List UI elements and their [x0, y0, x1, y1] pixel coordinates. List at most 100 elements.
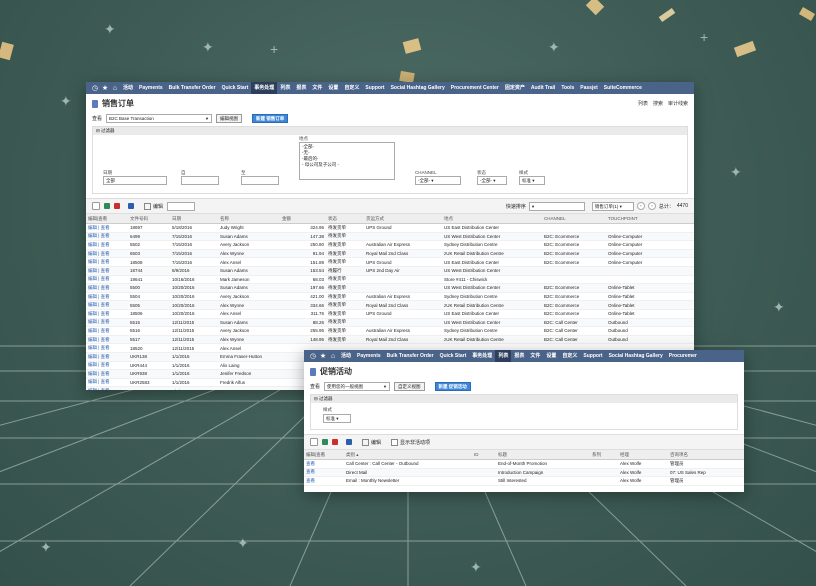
nav-item[interactable]: Tools	[558, 82, 577, 94]
nav-item[interactable]: Audit Trail	[528, 82, 558, 94]
edit-view-link[interactable]: 编辑 | 查看	[86, 352, 128, 362]
edit-view-link[interactable]: 编辑 | 查看	[86, 343, 128, 353]
column-header[interactable]: 货运方式	[364, 214, 442, 224]
edit-view-link[interactable]: 编辑 | 查看	[86, 232, 128, 242]
location-option[interactable]: - 母公司及子公司 -	[302, 162, 392, 168]
view-select[interactable]: 使用您的一般视图 ▼	[324, 382, 391, 391]
edit-view-link[interactable]: 编辑 | 查看	[86, 386, 128, 390]
edit-view-link[interactable]: 编辑 | 查看	[86, 309, 128, 319]
quick-sort-select[interactable]: ▾	[528, 201, 585, 211]
column-header[interactable]: 名称	[218, 214, 280, 224]
edit-view-link[interactable]: 编辑 | 查看	[86, 369, 128, 379]
filter-header[interactable]: ⊟ 过滤器	[311, 395, 737, 403]
edit-view-link[interactable]: 编辑 | 查看	[86, 283, 128, 293]
edit-view-button[interactable]: 编辑视图	[216, 114, 243, 123]
recent-records-icon[interactable]: ◷	[308, 352, 318, 360]
nav-item[interactable]: 事务处理	[251, 82, 278, 94]
nav-item[interactable]: Support	[362, 82, 387, 94]
edit-view-link[interactable]: 编辑 | 查看	[86, 326, 128, 336]
nav-item[interactable]: 报表	[511, 350, 527, 362]
edit-view-link[interactable]: 编辑 | 查看	[86, 257, 128, 267]
edit-view-link[interactable]: 编辑 | 查看	[86, 318, 128, 328]
filter-header[interactable]: ⊟ 过滤器	[93, 127, 687, 135]
edit-toggle[interactable]: 编辑	[144, 202, 163, 210]
print-icon[interactable]	[346, 439, 352, 445]
show-inactive-checkbox[interactable]: 显示非活动项	[391, 438, 430, 446]
nav-item[interactable]: SuiteCommerce	[601, 82, 645, 94]
edit-view-link[interactable]: 编辑 | 查看	[86, 275, 128, 285]
column-header[interactable]: 日期	[170, 214, 218, 224]
nav-item[interactable]: 活动	[338, 350, 354, 362]
nav-item[interactable]: Procurement Center	[448, 82, 502, 94]
column-header[interactable]: 地点	[442, 214, 542, 224]
nav-item[interactable]: Procuremer	[666, 350, 700, 362]
column-header[interactable]: CHANNEL	[542, 214, 606, 224]
print-icon[interactable]	[128, 203, 134, 209]
from-date-input[interactable]	[181, 176, 219, 185]
page-select[interactable]: 销售订单(1) ▾	[591, 201, 634, 211]
location-listbox[interactable]: -全部- -无- -最后的- - 母公司及子公司 -	[299, 142, 395, 180]
new-campaign-button[interactable]: 新建 促销活动	[434, 382, 471, 391]
nav-item[interactable]: Bulk Transfer Order	[166, 82, 219, 94]
nav-item[interactable]: 设置	[543, 350, 559, 362]
search-link[interactable]: 搜索	[653, 100, 663, 107]
nav-item[interactable]: 设置	[325, 82, 341, 94]
edit-view-link[interactable]: 编辑 | 查看	[86, 378, 128, 388]
nav-item[interactable]: 文件	[309, 82, 325, 94]
column-header[interactable]: 金额	[280, 214, 326, 224]
edit-view-link[interactable]: 查看	[304, 468, 344, 478]
nav-item[interactable]: Bulk Transfer Order	[384, 350, 437, 362]
edit-view-link[interactable]: 编辑 | 查看	[86, 292, 128, 302]
nav-item[interactable]: 固定资产	[502, 82, 528, 94]
to-date-input[interactable]	[241, 176, 279, 185]
nav-item[interactable]: 文件	[527, 350, 543, 362]
new-document-icon[interactable]	[310, 438, 318, 446]
column-header[interactable]: 经理	[618, 450, 668, 460]
recent-records-icon[interactable]: ◷	[90, 84, 100, 92]
edit-toggle[interactable]: 编辑	[362, 438, 381, 446]
column-header[interactable]: 咨询项名	[668, 450, 744, 460]
edit-view-link[interactable]: 编辑 | 查看	[86, 335, 128, 345]
style-select[interactable]: 标准 ▾	[519, 176, 545, 185]
column-header[interactable]: 编辑|查看	[304, 450, 344, 460]
channel-select[interactable]: -全部- ▾	[415, 176, 461, 185]
edit-view-link[interactable]: 编辑 | 查看	[86, 266, 128, 276]
nav-item[interactable]: 报表	[293, 82, 309, 94]
nav-item[interactable]: Passjet	[577, 82, 601, 94]
date-select[interactable]: 全部	[103, 176, 167, 185]
column-header[interactable]: 系列	[590, 450, 618, 460]
edit-view-link[interactable]: 编辑 | 查看	[86, 240, 128, 250]
home-icon[interactable]: ⌂	[110, 85, 120, 92]
nav-item[interactable]: 列表	[495, 350, 512, 362]
nav-item[interactable]: Quick Start	[437, 350, 470, 362]
nav-item[interactable]: Payments	[354, 350, 384, 362]
edit-view-link[interactable]: 编辑 | 查看	[86, 361, 128, 371]
custom-view-button[interactable]: 自定义视图	[394, 382, 425, 391]
nav-item[interactable]: Social Hashtag Gallery	[606, 350, 666, 362]
edit-view-link[interactable]: 编辑 | 查看	[86, 249, 128, 259]
nav-item[interactable]: 活动	[120, 82, 136, 94]
export-pdf-icon[interactable]	[114, 203, 120, 209]
nav-item[interactable]: 自定义	[341, 82, 362, 94]
column-header[interactable]: 标题	[496, 450, 590, 460]
edit-view-link[interactable]: 查看	[304, 476, 344, 486]
next-page-icon[interactable]: ›	[647, 202, 656, 210]
column-header[interactable]: 文件号码	[128, 214, 170, 224]
export-pdf-icon[interactable]	[332, 439, 338, 445]
list-link[interactable]: 列表	[638, 100, 648, 107]
status-select[interactable]: -全部- ▾	[477, 176, 507, 185]
nav-item[interactable]: Social Hashtag Gallery	[388, 82, 448, 94]
home-icon[interactable]: ⌂	[328, 353, 338, 360]
column-header[interactable]: 编辑|查看	[86, 214, 128, 224]
new-document-icon[interactable]	[92, 202, 100, 210]
nav-item[interactable]: Quick Start	[219, 82, 252, 94]
column-header[interactable]: TOUCHPOINT	[606, 214, 694, 224]
column-header[interactable]: 状态	[326, 214, 364, 224]
nav-item[interactable]: 列表	[277, 82, 293, 94]
column-header[interactable]: ID	[472, 450, 496, 460]
nav-item[interactable]: Support	[580, 350, 605, 362]
audit-trail-link[interactable]: 审计线索	[668, 100, 688, 107]
style-select[interactable]: 标准 ▾	[323, 414, 351, 423]
view-select[interactable]: B2C Base Transaction ▼	[106, 114, 213, 123]
star-shortcuts-icon[interactable]: ★	[100, 84, 110, 92]
